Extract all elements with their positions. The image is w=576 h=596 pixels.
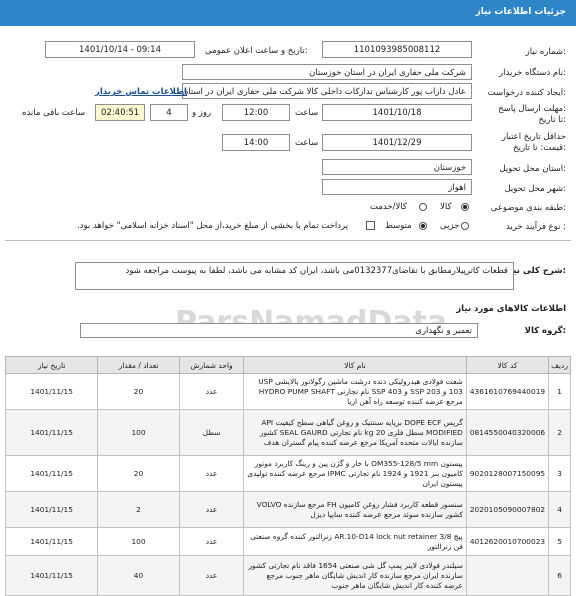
announce-label: تاریخ و ساعت اعلان عمومی: xyxy=(205,46,308,56)
item-quantity: 100 xyxy=(97,527,180,556)
province-label: استان محل تحویل: xyxy=(499,164,566,174)
deadline-date-field: 1401/10/18 xyxy=(322,104,472,121)
item-quantity: 20 xyxy=(97,373,180,410)
item-unit: عدد xyxy=(178,455,245,492)
summary-label: شرح کلی نیاز: xyxy=(505,266,566,276)
item-code: 4361610769440019 xyxy=(465,373,550,410)
item-name: گریس DOPE ECF برپایه سنتتیک و روغن گیاهی… xyxy=(243,409,467,456)
item-unit: سطل xyxy=(178,409,245,456)
header-item-code: کد کالا xyxy=(465,356,550,374)
deadline-until-label: تا تاریخ: xyxy=(538,115,566,125)
deadline-hour-label: ساعت xyxy=(295,108,319,118)
days-field: 4 xyxy=(150,104,188,121)
purchase-medium-radio[interactable] xyxy=(419,222,427,230)
item-name: سیلندر فولادی لاینر پمپ گل شی صنعتی 1654… xyxy=(243,555,467,596)
deadline-time-field: 12:00 xyxy=(222,104,290,121)
purchase-medium-label: متوسط xyxy=(385,221,412,231)
row-number: 6 xyxy=(548,555,571,596)
min-price-label-2: قیمت: تا تاریخ: xyxy=(513,143,566,153)
header-need-date: تاریخ نیاز xyxy=(4,356,99,374)
province-field: خوزستان xyxy=(322,159,472,175)
remaining-time-field: 02:40:51 xyxy=(95,104,145,121)
treasury-bonds-note: پرداخت تمام یا بخشی از مبلغ خرید،از محل … xyxy=(77,221,349,231)
item-quantity: 20 xyxy=(97,455,180,492)
buyer-contact-link[interactable]: اطلاعات تماس خریدار xyxy=(95,87,187,97)
remaining-label: ساعت باقی مانده xyxy=(22,108,86,118)
buyer-field: شرکت ملی حفاری ایران در استان خوزستان xyxy=(182,64,472,80)
summary-field: قطعات کاترپیلارمطابق با تقاضای0132377می … xyxy=(75,262,514,290)
category-goods-radio[interactable] xyxy=(461,203,469,211)
category-goods-service-label: کالا/خدمت xyxy=(370,202,407,212)
creator-field: عادل داراب پور کارشناس تدارکات داخلی کال… xyxy=(182,83,472,99)
table-header-row: ردیف کد کالا نام کالا واحد شمارش تعداد /… xyxy=(4,356,571,374)
goods-section-title: اطلاعات کالاهای مورد نیاز xyxy=(456,304,566,314)
item-name: پیستون OM355-128/5 mm با خار و گژن پین و… xyxy=(243,455,467,492)
item-name: شفت فولادی هیدرولیکی دنده درشت ماشین رگو… xyxy=(243,373,467,410)
item-quantity: 100 xyxy=(97,409,180,456)
item-need-date: 1401/11/15 xyxy=(4,555,99,596)
item-need-date: 1401/11/15 xyxy=(4,409,99,456)
table-row[interactable]: 2 0814550040320006 گریس DOPE ECF برپایه … xyxy=(4,409,571,456)
item-name: سنسور قطعه کاربرد فشار روغن کامیون FH مر… xyxy=(243,491,467,528)
header-row-number: ردیف xyxy=(548,356,571,374)
purchase-partial-label: جزیی xyxy=(440,221,460,231)
table-row[interactable]: 5 4012620010700023 پیچ AR.10-D14 lock nu… xyxy=(4,527,571,556)
need-number-label: شماره نیاز: xyxy=(525,47,566,57)
creator-label: ایجاد کننده درخواست: xyxy=(487,88,566,98)
item-quantity: 40 xyxy=(97,555,180,596)
row-number: 5 xyxy=(548,527,571,556)
table-row[interactable]: 6 سیلندر فولادی لاینر پمپ گل شی صنعتی 16… xyxy=(4,555,571,596)
item-quantity: 2 xyxy=(97,491,180,528)
table-row[interactable]: 4 2020105090007802 سنسور قطعه کاربرد فشا… xyxy=(4,491,571,528)
purchase-partial-radio[interactable] xyxy=(461,222,469,230)
row-number: 2 xyxy=(548,409,571,456)
purchase-type-label: نوع فرآیند خرید : xyxy=(505,222,566,232)
item-need-date: 1401/11/15 xyxy=(4,491,99,528)
item-unit: عدد xyxy=(178,373,245,410)
deadline-label: مهلت ارسال پاسخ: xyxy=(498,104,566,114)
header-quantity: تعداد / مقدار xyxy=(97,356,180,374)
header-unit: واحد شمارش xyxy=(178,356,245,374)
category-goods-label: کالا xyxy=(440,202,452,212)
item-unit: عدد xyxy=(178,555,245,596)
goods-group-field: تعمیر و نگهداری xyxy=(80,323,478,338)
category-label: طبقه بندی موضوعی: xyxy=(490,203,566,213)
item-code xyxy=(465,555,550,596)
divider xyxy=(5,240,571,241)
city-field: اهواز xyxy=(322,179,472,195)
item-code: 2020105090007802 xyxy=(465,491,550,528)
item-code: 4012620010700023 xyxy=(465,527,550,556)
table-row[interactable]: 3 9020128007150095 پیستون OM355-128/5 mm… xyxy=(4,455,571,492)
row-number: 1 xyxy=(548,373,571,410)
validity-date-field: 1401/12/29 xyxy=(322,134,472,151)
goods-group-label: گروه کالا: xyxy=(524,326,566,336)
validity-hour-label: ساعت xyxy=(295,138,319,148)
header-item-name: نام کالا xyxy=(243,356,467,374)
announce-field: 1401/10/14 - 09:14 xyxy=(45,41,195,58)
row-number: 3 xyxy=(548,455,571,492)
page-title: جزئیات اطلاعات نیاز xyxy=(475,7,566,17)
item-unit: عدد xyxy=(178,491,245,528)
item-need-date: 1401/11/15 xyxy=(4,527,99,556)
category-goods-service-radio[interactable] xyxy=(419,203,427,211)
need-number-field: 1101093985008112 xyxy=(322,41,472,58)
item-code: 0814550040320006 xyxy=(465,409,550,456)
days-label: روز و xyxy=(192,108,212,118)
validity-time-field: 14:00 xyxy=(222,134,290,151)
treasury-bonds-checkbox[interactable] xyxy=(366,221,375,230)
window-titlebar: جزئیات اطلاعات نیاز xyxy=(0,0,576,26)
item-code: 9020128007150095 xyxy=(465,455,550,492)
table-row[interactable]: 1 4361610769440019 شفت فولادی هیدرولیکی … xyxy=(4,373,571,410)
buyer-label: نام دستگاه خریدار: xyxy=(499,68,566,78)
min-price-label: حداقل تاریخ اعتبار xyxy=(501,132,566,142)
city-label: شهر محل تحویل: xyxy=(504,184,566,194)
item-name: پیچ AR.10-D14 lock nut retainer 3/8 زنرا… xyxy=(243,527,467,556)
item-need-date: 1401/11/15 xyxy=(4,373,99,410)
row-number: 4 xyxy=(548,491,571,528)
items-table: ردیف کد کالا نام کالا واحد شمارش تعداد /… xyxy=(4,356,571,596)
item-need-date: 1401/11/15 xyxy=(4,455,99,492)
item-unit: عدد xyxy=(178,527,245,556)
